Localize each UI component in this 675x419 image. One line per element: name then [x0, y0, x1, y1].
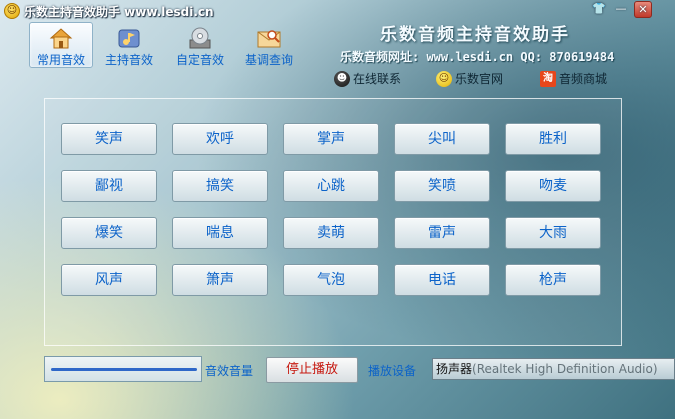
tab-custom-sounds[interactable]: 自定音效: [168, 22, 232, 68]
sound-button-flute[interactable]: 箫声: [172, 264, 268, 296]
tab-key-query[interactable]: 基调查询: [237, 22, 301, 68]
bottom-bar: 音效音量 停止播放 播放设备 扬声器(Realtek High Definiti…: [0, 356, 675, 386]
tab-label: 主持音效: [104, 53, 153, 67]
online-contact-link[interactable]: ☻ 在线联系: [334, 70, 401, 88]
sound-button-phone[interactable]: 电话: [394, 264, 490, 296]
sound-button-funny[interactable]: 搞笑: [172, 170, 268, 202]
music-icon: [118, 29, 140, 48]
sound-button-heartbeat[interactable]: 心跳: [283, 170, 379, 202]
search-mail-icon: [257, 30, 281, 48]
smiley-icon: ☺: [436, 70, 452, 87]
volume-slider[interactable]: [44, 356, 202, 382]
stop-playback-button[interactable]: 停止播放: [266, 357, 358, 383]
volume-track[interactable]: [51, 368, 197, 371]
title-bar: ☺ 乐数主持音效助手 www.lesdi.cn 👕 — ✕: [0, 0, 675, 22]
sound-button-cute[interactable]: 卖萌: [283, 217, 379, 249]
device-detail: (Realtek High Definition Audio): [472, 362, 658, 376]
tab-common-sounds[interactable]: 常用音效: [29, 22, 93, 68]
device-value: 扬声器: [436, 362, 473, 376]
skin-icon[interactable]: 👕: [590, 1, 608, 18]
taobao-icon: 淘: [540, 70, 556, 87]
sound-button-laugh[interactable]: 笑声: [61, 123, 157, 155]
official-site-link[interactable]: ☺ 乐数官网: [436, 70, 503, 88]
sound-button-victory[interactable]: 胜利: [505, 123, 601, 155]
sound-button-heavy-rain[interactable]: 大雨: [505, 217, 601, 249]
sound-button-scream[interactable]: 尖叫: [394, 123, 490, 155]
window-title: 乐数主持音效助手 www.lesdi.cn: [24, 5, 214, 19]
device-label: 播放设备: [368, 364, 417, 378]
sound-button-burst-laugh[interactable]: 笑喷: [394, 170, 490, 202]
brand-title: 乐数音频主持音效助手: [380, 25, 570, 45]
tab-host-sounds[interactable]: 主持音效: [97, 22, 161, 68]
sound-button-wind[interactable]: 风声: [61, 264, 157, 296]
tab-label: 自定音效: [175, 53, 224, 67]
brand-url: 乐数音频网址: www.lesdi.cn QQ: 870619484: [340, 50, 615, 64]
tab-label: 常用音效: [36, 53, 85, 67]
home-icon: [49, 28, 73, 49]
sound-button-gasp[interactable]: 喘息: [172, 217, 268, 249]
sound-button-scorn[interactable]: 鄙视: [61, 170, 157, 202]
sound-button-cheer[interactable]: 欢呼: [172, 123, 268, 155]
qq-icon: ☻: [334, 70, 350, 87]
sound-button-applause[interactable]: 掌声: [283, 123, 379, 155]
sound-button-kiss-mic[interactable]: 吻麦: [505, 170, 601, 202]
audio-shop-link[interactable]: 淘音频商城: [540, 70, 607, 88]
sound-button-roar-laugh[interactable]: 爆笑: [61, 217, 157, 249]
close-button[interactable]: ✕: [634, 1, 652, 18]
sound-button-thunder[interactable]: 雷声: [394, 217, 490, 249]
sound-button-gunshot[interactable]: 枪声: [505, 264, 601, 296]
volume-label: 音效音量: [205, 364, 254, 378]
app-logo-icon: ☺: [4, 3, 20, 19]
tab-label: 基调查询: [244, 53, 293, 67]
disc-icon: [189, 27, 211, 49]
playback-device-select[interactable]: 扬声器(Realtek High Definition Audio): [432, 358, 675, 380]
sound-panel: 笑声 欢呼 掌声 尖叫 胜利 鄙视 搞笑 心跳 笑喷 吻麦 爆笑 喘息 卖萌 雷…: [44, 98, 622, 346]
sound-button-bubble[interactable]: 气泡: [283, 264, 379, 296]
minimize-button[interactable]: —: [612, 1, 630, 18]
